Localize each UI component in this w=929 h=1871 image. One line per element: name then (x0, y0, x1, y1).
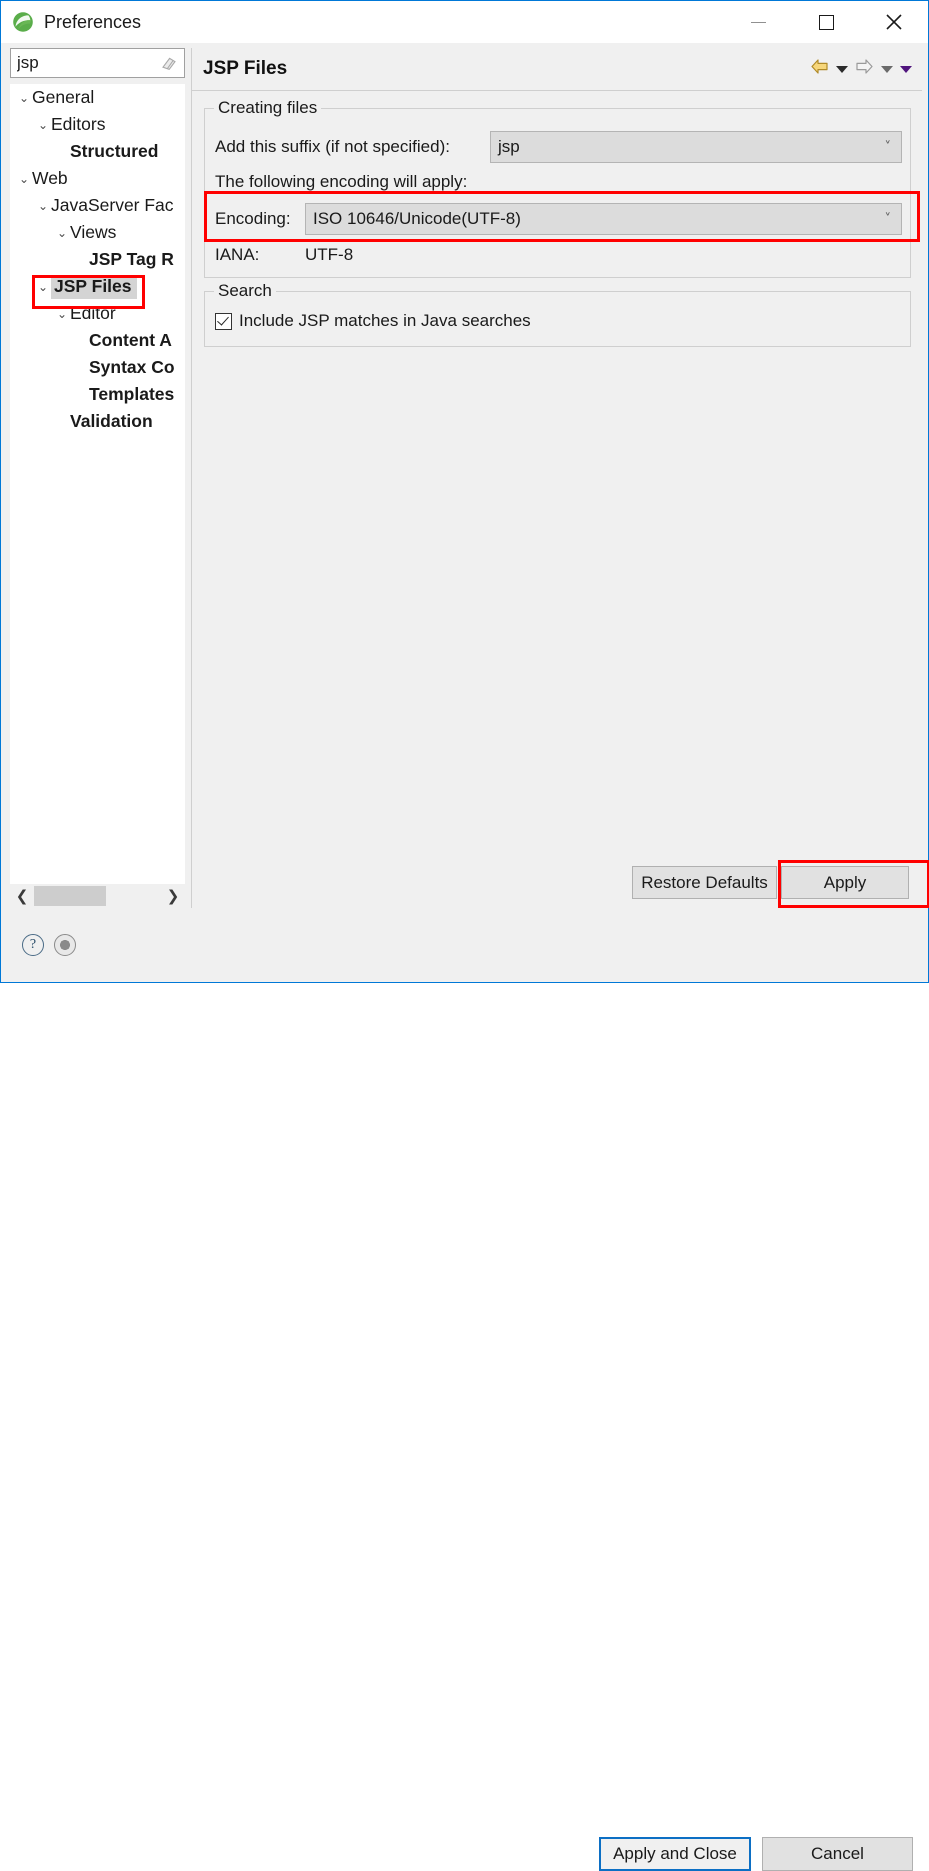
minimize-button[interactable] (724, 1, 792, 43)
view-menu-chevron-down-icon[interactable] (900, 65, 912, 73)
include-jsp-matches-checkbox-row[interactable]: Include JSP matches in Java searches (215, 311, 531, 331)
chevron-left-icon[interactable]: ❮ (10, 884, 34, 908)
forward-history-chevron-down-icon[interactable] (881, 65, 893, 73)
tree-item-label: Editors (51, 114, 106, 134)
tree-item-content-a[interactable]: Content A (10, 327, 185, 354)
tree-item-label: Content A (89, 330, 172, 350)
chevron-down-icon[interactable]: ⌄ (35, 281, 51, 293)
tree-item-validation[interactable]: Validation (10, 408, 185, 435)
eclipse-logo-icon (12, 11, 34, 33)
include-jsp-matches-checkbox[interactable] (215, 312, 232, 330)
search-group: Search Include JSP matches in Java searc… (204, 281, 911, 347)
minimize-icon (750, 21, 766, 23)
tree-item-label: Validation (70, 411, 153, 431)
chevron-right-icon[interactable]: ❯ (161, 884, 185, 908)
close-button[interactable] (860, 1, 928, 43)
tree-item-label: Web (32, 168, 68, 188)
tree-item-web[interactable]: ⌄ Web (10, 165, 185, 192)
search-input[interactable] (11, 50, 153, 76)
restore-defaults-button[interactable]: Restore Defaults (632, 866, 777, 899)
tree-item-editors[interactable]: ⌄ Editors (10, 111, 185, 138)
iana-label: IANA: (215, 245, 260, 264)
chevron-down-icon[interactable]: ⌄ (35, 119, 51, 131)
tree-item-label: Templates (89, 384, 175, 404)
chevron-down-icon[interactable]: ⌄ (54, 308, 70, 320)
encoding-note: The following encoding will apply: (215, 172, 468, 191)
iana-value: UTF-8 (305, 245, 354, 264)
encoding-chevron-down-icon[interactable]: ˅ (885, 212, 892, 227)
tree-item-label: JSP Tag R (89, 249, 174, 269)
apply-and-close-button[interactable]: Apply and Close (599, 1837, 751, 1871)
creating-files-group: Creating files Add this suffix (if not s… (204, 98, 911, 278)
window-controls (724, 1, 928, 43)
encoding-label: Encoding: (215, 209, 291, 228)
tree-item-label: JavaServer Fac (51, 195, 174, 215)
encoding-combobox[interactable]: ISO 10646/Unicode(UTF-8) ˅ (305, 203, 902, 235)
back-history-chevron-down-icon[interactable] (836, 65, 848, 73)
tree-item-javaserver-fac[interactable]: ⌄ JavaServer Fac (10, 192, 185, 219)
window-title: Preferences (44, 11, 142, 32)
dialog-button-bar: ? Apply and Close Cancel (2, 908, 927, 1871)
tree-item-label: Syntax Co (89, 357, 175, 377)
chevron-down-icon[interactable]: ⌄ (16, 92, 32, 104)
content-pane: JSP Files Creating files Add this suffix… (191, 48, 922, 910)
maximize-button[interactable] (792, 1, 860, 43)
tree-item-general[interactable]: ⌄ General (10, 84, 185, 111)
apply-button[interactable]: Apply (781, 866, 909, 899)
suffix-combobox[interactable]: jsp ˅ (490, 131, 902, 163)
tree-item-label: Views (70, 222, 117, 242)
chevron-down-icon[interactable]: ⌄ (54, 227, 70, 239)
include-jsp-matches-label: Include JSP matches in Java searches (239, 311, 531, 330)
arrow-left-icon[interactable] (810, 58, 829, 80)
title-bar: Preferences (1, 1, 928, 43)
tree-item-label: Structured (70, 141, 167, 161)
search-group-title: Search (214, 281, 276, 301)
tree-item-templates[interactable]: Templates (10, 381, 185, 408)
creating-files-group-title: Creating files (214, 98, 322, 118)
preferences-dialog: Preferences jsp ⌄ General ⌄ Editors Stru… (0, 0, 929, 1871)
help-question-icon[interactable]: ? (22, 934, 44, 956)
tree-item-label: JSP Files (51, 274, 137, 299)
tree-item-label: General (32, 87, 95, 107)
chevron-down-icon[interactable]: ⌄ (16, 173, 32, 185)
encoding-value: ISO 10646/Unicode(UTF-8) (313, 209, 521, 228)
eraser-icon[interactable] (160, 54, 178, 72)
suffix-chevron-down-icon[interactable]: ˅ (885, 140, 892, 155)
scrollbar-thumb[interactable] (34, 886, 106, 906)
cancel-button[interactable]: Cancel (762, 1837, 913, 1871)
navigation-pane: ⌄General⌄EditorsStructured ⌄Web⌄JavaServ… (10, 48, 185, 908)
page-header: JSP Files (192, 48, 922, 91)
close-icon (886, 14, 902, 30)
maximize-icon (818, 14, 834, 30)
tree-horizontal-scrollbar[interactable]: ❮ ❯ (10, 884, 185, 908)
preference-tree[interactable]: ⌄ General ⌄ Editors Structured ⌄ Web ⌄ JavaServ… (10, 84, 185, 890)
page-title: JSP Files (203, 58, 288, 79)
filter-search-box[interactable] (10, 48, 185, 78)
tree-item-syntax-co[interactable]: Syntax Co (10, 354, 185, 381)
suffix-value: jsp (498, 137, 520, 156)
arrow-right-icon[interactable] (855, 58, 874, 80)
chevron-down-icon[interactable]: ⌄ (35, 200, 51, 212)
tree-item-label: Editor (70, 303, 116, 323)
suffix-label: Add this suffix (if not specified): (215, 137, 450, 156)
resize-grip-icon[interactable] (54, 934, 76, 956)
tree-item-jsp-files[interactable]: ⌄ JSP Files (10, 273, 185, 300)
page-navigation-icons (810, 58, 912, 80)
tree-item-structured[interactable]: Structured (10, 138, 185, 165)
tree-item-views[interactable]: ⌄ Views (10, 219, 185, 246)
tree-item-jsp-tag-r[interactable]: JSP Tag R (10, 246, 185, 273)
tree-item-editor[interactable]: ⌄ Editor (10, 300, 185, 327)
